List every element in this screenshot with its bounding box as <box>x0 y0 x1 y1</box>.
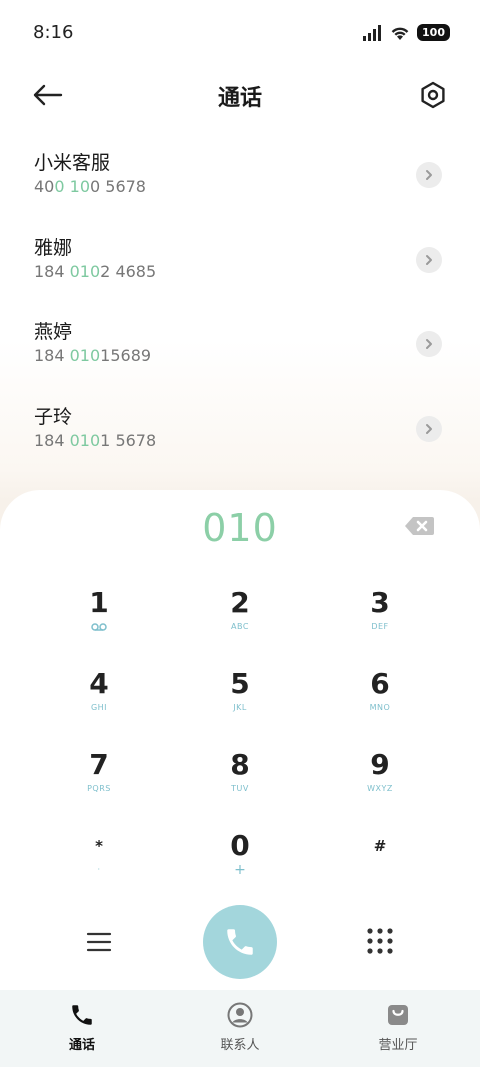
key-digit: 9 <box>370 748 390 781</box>
key-digit: * <box>95 837 103 855</box>
contact-number: 184 0101 5678 <box>34 431 157 451</box>
tab-contacts[interactable]: 联系人 <box>190 1002 290 1053</box>
backspace-button[interactable] <box>404 514 436 538</box>
tab-label: 联系人 <box>220 1038 260 1053</box>
key-letters: WXYZ <box>367 784 393 793</box>
contact-name: 雅娜 <box>34 236 73 259</box>
contact-name: 子玲 <box>34 406 73 429</box>
key-digit: 7 <box>89 748 109 781</box>
key-0[interactable]: 0 + <box>180 829 300 899</box>
key-letters: JKL <box>233 703 247 712</box>
person-icon <box>227 1002 253 1028</box>
contact-name: 小米客服 <box>34 152 111 174</box>
result-item[interactable]: 子玲 184 0101 5678 <box>0 386 480 471</box>
contact-number: 400 100 5678 <box>34 177 146 196</box>
contact-name: 燕婷 <box>34 321 73 344</box>
dialpad: 010 1 2 ABC 3 DEF 4 GHI 5 JKL 6 MNO 7 PQ… <box>0 490 480 990</box>
key-digit: 4 <box>89 667 109 700</box>
status-time: 8:16 <box>33 22 74 43</box>
backspace-icon <box>405 517 434 535</box>
key-letters: PQRS <box>87 784 111 793</box>
chevron-right-icon <box>426 424 432 435</box>
wifi-icon <box>391 27 409 40</box>
hexagon-gear-icon <box>421 81 445 109</box>
battery-icon: 100 <box>417 24 450 41</box>
result-item[interactable]: 小米客服 400 100 5678 <box>0 132 480 217</box>
menu-icon <box>86 932 112 952</box>
header: 通话 <box>0 68 480 124</box>
tab-label: 通话 <box>68 1038 95 1053</box>
tab-service-hall[interactable]: 营业厅 <box>348 1002 448 1053</box>
phone-icon <box>227 929 253 955</box>
signal-icon <box>363 24 382 41</box>
key-digit: # <box>373 837 387 855</box>
key-1[interactable]: 1 <box>39 586 159 656</box>
call-button[interactable] <box>203 905 277 979</box>
key-plus: + <box>234 862 246 878</box>
tab-calls[interactable]: 通话 <box>32 1002 132 1053</box>
dialpad-grid-icon <box>367 928 393 954</box>
tab-label: 营业厅 <box>378 1038 418 1053</box>
dialpad-actions <box>0 905 480 981</box>
key-star[interactable]: * · <box>39 829 159 899</box>
key-digit: 8 <box>230 748 250 781</box>
key-letters: ABC <box>231 622 249 631</box>
key-4[interactable]: 4 GHI <box>39 667 159 737</box>
contact-number: 184 01015689 <box>34 346 152 366</box>
key-letters: MNO <box>369 703 391 712</box>
search-results: 小米客服 400 100 5678 雅娜 184 0102 4685 燕婷 18… <box>0 132 480 471</box>
key-6[interactable]: 6 MNO <box>320 667 440 737</box>
key-digit: 5 <box>230 667 250 700</box>
key-letters: DEF <box>371 622 389 631</box>
bottom-tab-bar: 通话 联系人 营业厅 <box>0 990 480 1067</box>
chevron-right-icon <box>426 170 432 180</box>
result-item[interactable]: 燕婷 184 01015689 <box>0 301 480 386</box>
key-digit: 1 <box>89 586 109 619</box>
chevron-right-icon <box>426 339 432 350</box>
voicemail-icon <box>91 623 107 631</box>
key-5[interactable]: 5 JKL <box>180 667 300 737</box>
key-digit: 2 <box>230 586 250 619</box>
contact-detail-button[interactable] <box>416 246 442 273</box>
key-9[interactable]: 9 WXYZ <box>320 748 440 818</box>
status-bar: 8:16 100 <box>0 0 480 68</box>
key-7[interactable]: 7 PQRS <box>39 748 159 818</box>
key-letters: TUV <box>231 784 249 793</box>
key-8[interactable]: 8 TUV <box>180 748 300 818</box>
phone-icon <box>72 1005 92 1025</box>
key-letters: GHI <box>90 703 108 712</box>
key-letters: · <box>97 865 101 874</box>
result-item[interactable]: 雅娜 184 0102 4685 <box>0 217 480 302</box>
settings-button[interactable] <box>416 78 450 112</box>
contact-detail-button[interactable] <box>416 162 442 188</box>
status-icons: 100 <box>363 24 450 41</box>
chevron-right-icon <box>426 254 432 265</box>
contact-detail-button[interactable] <box>416 416 442 443</box>
contact-number: 184 0102 4685 <box>34 261 157 281</box>
shopping-bag-icon <box>388 1005 408 1025</box>
key-digit: 3 <box>370 586 390 619</box>
keypad-toggle-button[interactable] <box>366 927 394 955</box>
key-2[interactable]: 2 ABC <box>180 586 300 656</box>
page-title: 通话 <box>217 86 262 111</box>
key-digit: 0 <box>230 829 250 862</box>
key-digit: 6 <box>370 667 390 700</box>
key-hash[interactable]: # <box>320 829 440 899</box>
menu-button[interactable] <box>84 927 114 957</box>
key-3[interactable]: 3 DEF <box>320 586 440 656</box>
